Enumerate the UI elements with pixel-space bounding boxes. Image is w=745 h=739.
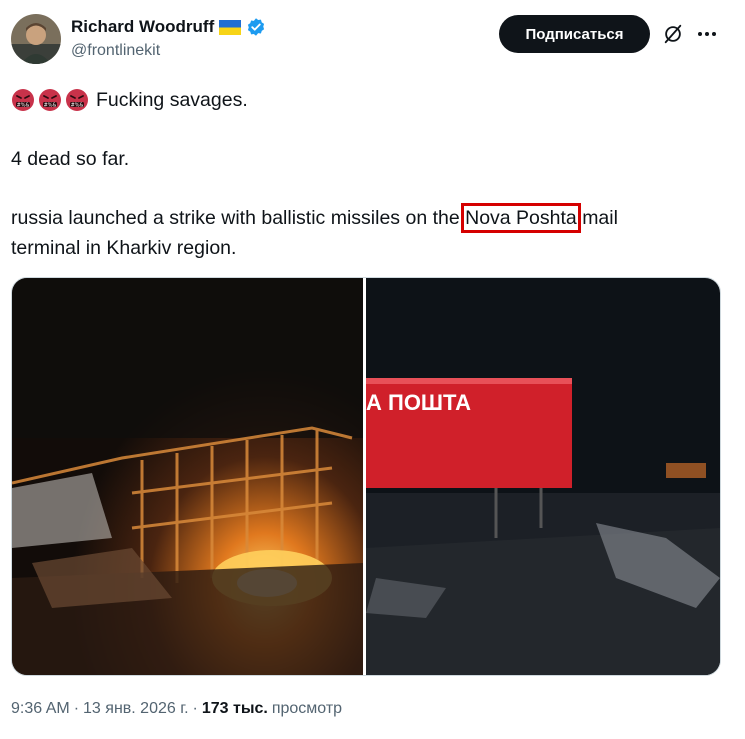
- angry-face-emoji-icon: #%&: [12, 89, 34, 111]
- tweet-time[interactable]: 9:36 AM: [11, 700, 70, 718]
- separator: ·: [192, 700, 198, 717]
- nova-poshta-highlight: Nova Poshta: [461, 203, 581, 233]
- fire-photo[interactable]: [12, 278, 363, 675]
- author-avatar[interactable]: [11, 14, 61, 64]
- author-handle[interactable]: @frontlinekit: [71, 42, 160, 60]
- sign-text: А ПОШТА: [366, 390, 471, 415]
- ukraine-flag-icon: [219, 19, 242, 35]
- view-count: 173 тыс.: [201, 700, 268, 717]
- media-grid[interactable]: А ПОШТА: [11, 277, 721, 676]
- separator: ·: [73, 700, 80, 717]
- sign-photo[interactable]: А ПОШТА: [366, 278, 720, 675]
- tweet-date[interactable]: 13 янв. 2026 г.: [83, 700, 189, 718]
- more-icon[interactable]: [695, 22, 719, 46]
- views-label: просмотр: [271, 700, 343, 717]
- tweet-line-4: terminal in Kharkiv region.: [11, 237, 237, 259]
- tweet-line-3: russia launched a strike with ballistic …: [11, 203, 618, 233]
- more-dots-icon: [698, 32, 716, 36]
- svg-text:#%&: #%&: [71, 102, 84, 108]
- tweet-text-savages: Fucking savages.: [96, 89, 248, 111]
- author-name[interactable]: Richard Woodruff: [71, 17, 214, 37]
- tweet-line-3-prefix: russia launched a strike with ballistic …: [11, 207, 466, 229]
- tweet-line-1: #%& #%& #%& Fucking savages.: [11, 86, 248, 114]
- svg-text:#%&: #%&: [17, 102, 30, 108]
- tweet-footer: 9:36 AM · 13 янв. 2026 г. · 173 тыс. про…: [11, 700, 342, 718]
- verified-badge-icon[interactable]: [246, 17, 266, 37]
- follow-button[interactable]: Подписаться: [499, 15, 650, 53]
- svg-text:#%&: #%&: [44, 102, 57, 108]
- angry-face-emoji-icon: #%&: [39, 89, 61, 111]
- angry-face-emoji-icon: #%&: [66, 89, 88, 111]
- tweet-line-3-suffix: mail: [582, 207, 618, 229]
- avatar-image: [11, 14, 61, 64]
- tweet-line-2: 4 dead so far.: [11, 148, 130, 170]
- author-name-row: Richard Woodruff: [71, 15, 266, 39]
- grok-icon[interactable]: [662, 23, 684, 45]
